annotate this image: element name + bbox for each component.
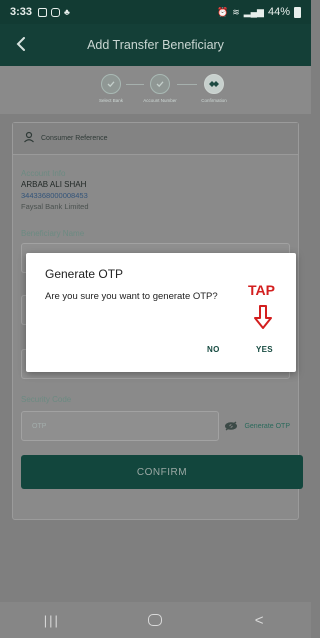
- signal-icon: ▂▄▆: [243, 6, 264, 17]
- status-time: 3:33: [10, 6, 33, 18]
- check-circle-icon: [101, 74, 121, 94]
- arrow-down-icon: [254, 305, 272, 334]
- home-button[interactable]: [140, 610, 170, 630]
- tap-annotation: TAP: [248, 282, 275, 298]
- battery-percent: 44%: [267, 6, 290, 18]
- alarm-icon: ⏰: [216, 6, 229, 17]
- back-icon: <: [254, 611, 264, 629]
- app-bar: Add Transfer Beneficiary: [0, 24, 311, 66]
- no-button[interactable]: NO: [207, 345, 220, 354]
- otp-input[interactable]: OTP: [21, 411, 220, 441]
- status-bar: 3:33 ♣ ⏰ ≋ ▂▄▆ 44%: [0, 0, 311, 24]
- dialog-title: Generate OTP: [45, 267, 124, 281]
- progress-stepper: Select Bank Account Number Confirmation: [0, 66, 311, 114]
- security-code-row: OTP Generate OTP: [21, 411, 290, 441]
- person-icon: [23, 130, 35, 148]
- recents-icon: |||: [43, 612, 60, 628]
- check-circle-icon: [150, 74, 170, 94]
- dialog-message: Are you sure you want to generate OTP?: [45, 291, 218, 302]
- handshake-icon: [204, 74, 224, 94]
- consumer-reference-label: Consumer Reference: [41, 135, 108, 142]
- home-icon: [148, 614, 163, 626]
- beneficiary-name-label: Beneficiary Name: [21, 229, 85, 238]
- step-label: Confirmation: [201, 98, 227, 103]
- notification-icon: ♣: [64, 7, 70, 17]
- eye-off-icon[interactable]: [221, 421, 240, 431]
- back-button[interactable]: <: [244, 610, 274, 630]
- wifi-icon: ≋: [232, 6, 240, 17]
- bank-name: Faysal Bank Limited: [21, 202, 89, 211]
- security-code-label: Security Code: [21, 395, 72, 404]
- step-label: Account Number: [143, 98, 177, 103]
- instagram-icon: [51, 7, 61, 17]
- step-confirmation: Confirmation: [184, 74, 244, 103]
- recents-button[interactable]: |||: [37, 610, 67, 630]
- system-nav-bar: ||| <: [0, 602, 311, 638]
- generate-otp-link[interactable]: Generate OTP: [244, 423, 290, 430]
- generate-otp-dialog: Generate OTP Are you sure you want to ge…: [26, 253, 296, 372]
- consumer-reference-row[interactable]: Consumer Reference: [13, 123, 298, 155]
- yes-button[interactable]: YES: [256, 345, 273, 354]
- account-name: ARBAB ALI SHAH: [21, 180, 87, 189]
- account-info-label: Account Info: [21, 169, 66, 178]
- account-number: 3443368000008453: [21, 191, 88, 200]
- page-title: Add Transfer Beneficiary: [87, 38, 224, 52]
- gallery-icon: [38, 7, 48, 17]
- back-arrow-icon[interactable]: [10, 32, 34, 56]
- confirm-button[interactable]: CONFIRM: [21, 455, 303, 489]
- otp-placeholder: OTP: [32, 422, 47, 430]
- step-account-number: Account Number: [130, 74, 190, 103]
- battery-icon: [294, 6, 301, 18]
